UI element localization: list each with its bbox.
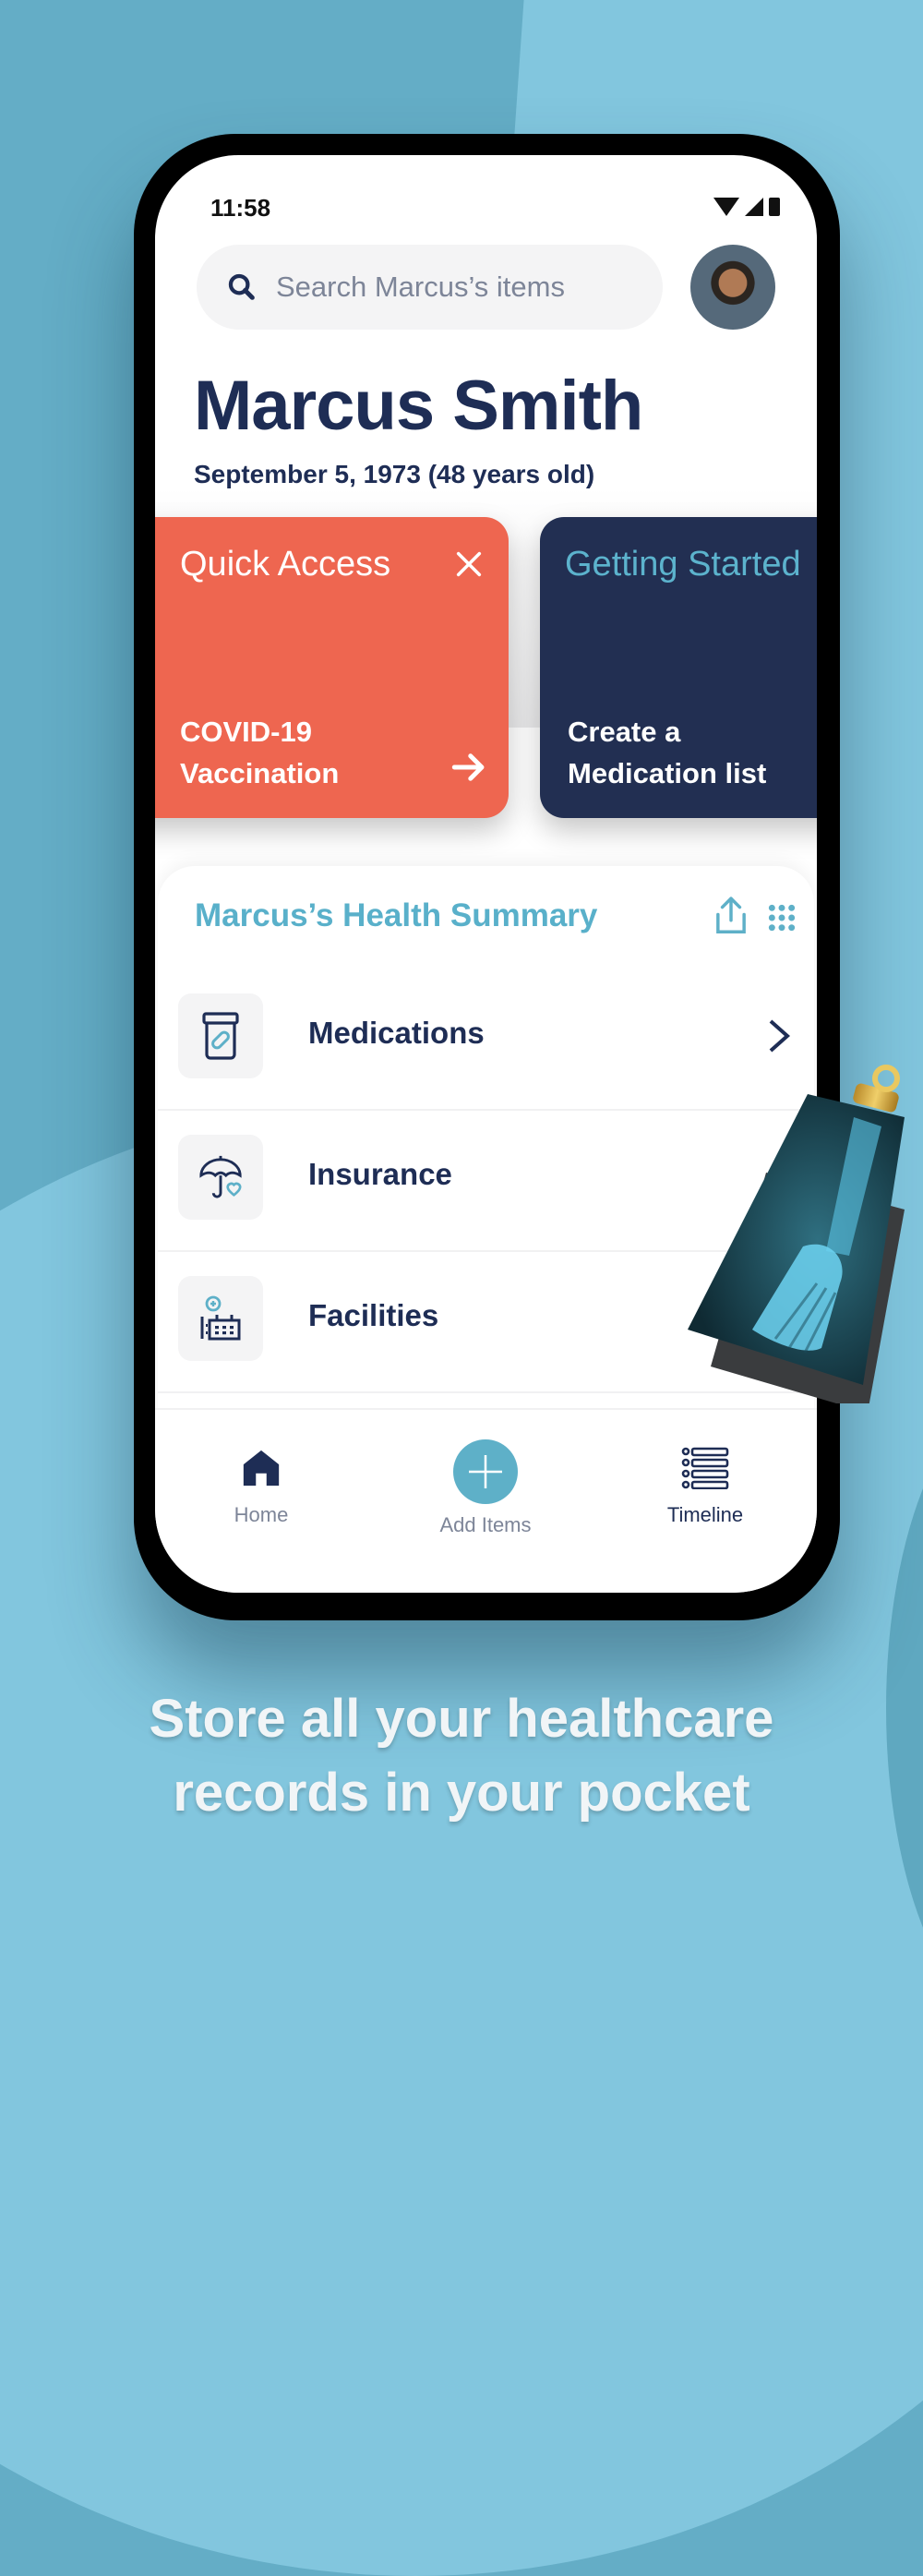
status-time: 11:58 (210, 194, 271, 222)
grid-icon[interactable] (767, 903, 797, 933)
plus-icon (469, 1455, 502, 1488)
row-label: Insurance (308, 1157, 452, 1191)
hospital-building-icon (200, 1295, 241, 1341)
card-body-line: Vaccination (180, 757, 340, 789)
caption-line-2: records in your pocket (173, 1763, 750, 1823)
umbrella-heart-icon (199, 1155, 242, 1198)
nav-label: Add Items (439, 1513, 532, 1536)
summary-title: Marcus’s Health Summary (195, 897, 598, 933)
avatar[interactable] (690, 245, 775, 330)
search-bar[interactable] (197, 245, 663, 330)
row-icon-box (178, 993, 263, 1078)
card-body-line: COVID-19 (180, 716, 312, 748)
card-body: Create a Medication list (568, 711, 766, 794)
card-title: Quick Access (180, 545, 391, 584)
nav-label: Timeline (666, 1503, 744, 1526)
search-icon (228, 273, 255, 300)
card-title: Getting Started (565, 545, 801, 584)
home-icon (243, 1450, 280, 1487)
wifi-icon (713, 198, 739, 216)
arrow-right-icon[interactable] (450, 748, 488, 787)
chevron-right-icon[interactable] (767, 1017, 791, 1054)
caption-line-1: Store all your healthcare (149, 1689, 774, 1749)
close-icon[interactable] (453, 548, 485, 580)
row-icon-box (178, 1135, 263, 1220)
row-label: Facilities (308, 1298, 439, 1332)
quick-access-card[interactable]: Quick Access COVID-19 Vaccination (155, 517, 509, 818)
nav-timeline[interactable]: Timeline (631, 1447, 779, 1527)
nav-label: Home (234, 1503, 289, 1526)
share-icon[interactable] (713, 896, 749, 936)
profile-dob: September 5, 1973 (48 years old) (194, 460, 595, 488)
status-icons (713, 198, 780, 216)
profile-name: Marcus Smith (194, 367, 643, 445)
xray-clipboard-illustration (688, 1065, 905, 1403)
signal-icon (745, 198, 763, 216)
medication-bottle-icon (202, 1012, 239, 1060)
battery-icon (769, 198, 780, 216)
nav-home[interactable]: Home (187, 1447, 335, 1527)
card-body-line: Create a (568, 716, 681, 748)
getting-started-card[interactable]: Getting Started Create a Medication list (540, 517, 817, 818)
timeline-list-icon (681, 1447, 729, 1490)
add-button[interactable] (453, 1439, 518, 1504)
nav-add-items[interactable]: Add Items (412, 1439, 559, 1537)
card-body: COVID-19 Vaccination (180, 711, 339, 794)
search-input[interactable] (274, 270, 647, 305)
row-icon-box (178, 1276, 263, 1361)
card-body-line: Medication list (568, 757, 767, 789)
bottom-nav: Home Add Items Timeline (155, 1408, 817, 1593)
row-label: Medications (308, 1016, 485, 1050)
